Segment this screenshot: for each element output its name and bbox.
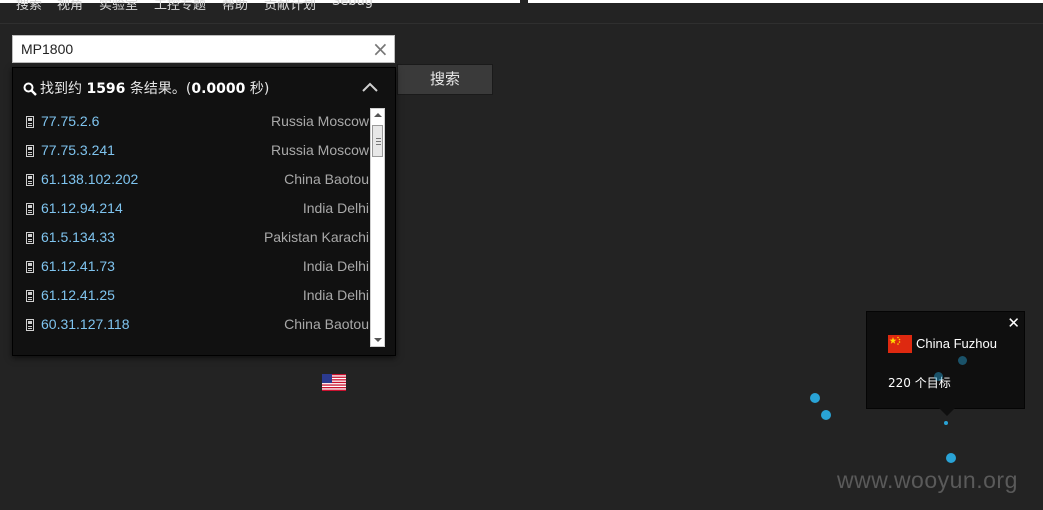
results-list: 77.75.2.6 Russia Moscow 77.75.3.241 Russ… bbox=[13, 108, 369, 348]
nav-item-contribute[interactable]: 贡献计划 bbox=[264, 0, 316, 13]
result-ip[interactable]: 60.31.127.118 bbox=[41, 316, 130, 332]
top-nav: 搜索 视角 实验室 工控专题 帮助 贡献计划 Sebug bbox=[0, 0, 1043, 24]
result-row[interactable]: 61.12.94.214 India Delhi bbox=[13, 195, 369, 224]
results-scrollbar[interactable] bbox=[370, 108, 385, 347]
clear-icon[interactable]: × bbox=[372, 39, 389, 59]
result-ip[interactable]: 77.75.2.6 bbox=[41, 113, 99, 129]
result-ip[interactable]: 61.5.134.33 bbox=[41, 229, 115, 245]
map-dot[interactable] bbox=[946, 453, 956, 463]
result-location: Russia Moscow bbox=[270, 142, 369, 158]
result-location: Pakistan Karachi bbox=[263, 229, 369, 245]
result-ip[interactable]: 61.12.41.25 bbox=[41, 287, 115, 303]
result-location: China Baotou bbox=[284, 171, 369, 187]
result-location: India Delhi bbox=[302, 258, 369, 274]
results-panel: 找到约 1596 条结果。(0.0000 秒) 77.75.2.6 Russia… bbox=[12, 67, 396, 356]
popup-pointer bbox=[939, 408, 955, 416]
close-icon[interactable]: ✕ bbox=[1007, 314, 1020, 332]
device-icon bbox=[26, 145, 34, 157]
results-middle: 条结果。( bbox=[129, 81, 192, 97]
result-row[interactable]: 60.31.127.118 China Baotou bbox=[13, 311, 369, 340]
device-icon bbox=[26, 232, 34, 244]
map-dot bbox=[944, 421, 948, 425]
nav-item-sebug[interactable]: Sebug bbox=[332, 0, 373, 9]
us-flag-icon[interactable] bbox=[322, 374, 346, 391]
scrollbar-thumb[interactable] bbox=[372, 125, 383, 157]
device-icon bbox=[26, 261, 34, 273]
result-row[interactable]: 77.75.3.241 Russia Moscow bbox=[13, 137, 369, 166]
search-box: × bbox=[12, 35, 395, 63]
nav-item-view[interactable]: 视角 bbox=[57, 0, 83, 13]
scroll-up-arrow-icon[interactable] bbox=[374, 113, 382, 117]
nav-item-ics[interactable]: 工控专题 bbox=[154, 0, 206, 13]
result-location: Russia Moscow bbox=[270, 113, 369, 129]
results-count: 1596 bbox=[86, 81, 126, 97]
results-suffix: 秒) bbox=[249, 81, 270, 97]
device-icon bbox=[26, 174, 34, 186]
result-location: India Delhi bbox=[302, 287, 369, 303]
results-prefix: 找到约 bbox=[40, 81, 82, 97]
result-ip[interactable]: 61.12.41.73 bbox=[41, 258, 115, 274]
search-button[interactable]: 搜索 bbox=[397, 64, 493, 95]
device-icon bbox=[26, 319, 34, 331]
search-input[interactable] bbox=[13, 36, 368, 62]
device-icon bbox=[26, 290, 34, 302]
result-ip[interactable]: 61.12.94.214 bbox=[41, 200, 123, 216]
result-row[interactable]: 61.138.102.202 China Baotou bbox=[13, 166, 369, 195]
results-time: 0.0000 bbox=[191, 81, 246, 97]
nav-item-lab[interactable]: 实验室 bbox=[99, 0, 138, 13]
map-dot[interactable] bbox=[821, 410, 831, 420]
map-dot bbox=[958, 356, 967, 365]
location-popup: ✕ China Fuzhou 220 个目标 bbox=[866, 311, 1025, 416]
result-ip[interactable]: 61.138.102.202 bbox=[41, 171, 138, 187]
map-dot bbox=[934, 372, 943, 381]
result-row[interactable]: 61.12.41.73 India Delhi bbox=[13, 253, 369, 282]
map-dot[interactable] bbox=[810, 393, 820, 403]
result-row[interactable]: 77.75.2.6 Russia Moscow bbox=[13, 108, 369, 137]
result-location: China Baotou bbox=[284, 316, 369, 332]
nav-item-help[interactable]: 帮助 bbox=[222, 0, 248, 13]
nav-item-search[interactable]: 搜索 bbox=[16, 0, 42, 13]
device-icon bbox=[26, 203, 34, 215]
result-row[interactable]: 61.5.134.33 Pakistan Karachi bbox=[13, 224, 369, 253]
device-icon bbox=[26, 116, 34, 128]
results-summary: 找到约 1596 条结果。(0.0000 秒) bbox=[23, 78, 363, 98]
chevron-up-icon[interactable] bbox=[361, 80, 379, 94]
popup-city: China Fuzhou bbox=[916, 336, 997, 351]
watermark: www.wooyun.org bbox=[837, 467, 1018, 493]
search-icon bbox=[23, 82, 37, 96]
scroll-down-arrow-icon[interactable] bbox=[374, 338, 382, 342]
result-ip[interactable]: 77.75.3.241 bbox=[41, 142, 115, 158]
china-flag-icon bbox=[888, 335, 912, 353]
result-row[interactable]: 61.12.41.25 India Delhi bbox=[13, 282, 369, 311]
result-location: India Delhi bbox=[302, 200, 369, 216]
